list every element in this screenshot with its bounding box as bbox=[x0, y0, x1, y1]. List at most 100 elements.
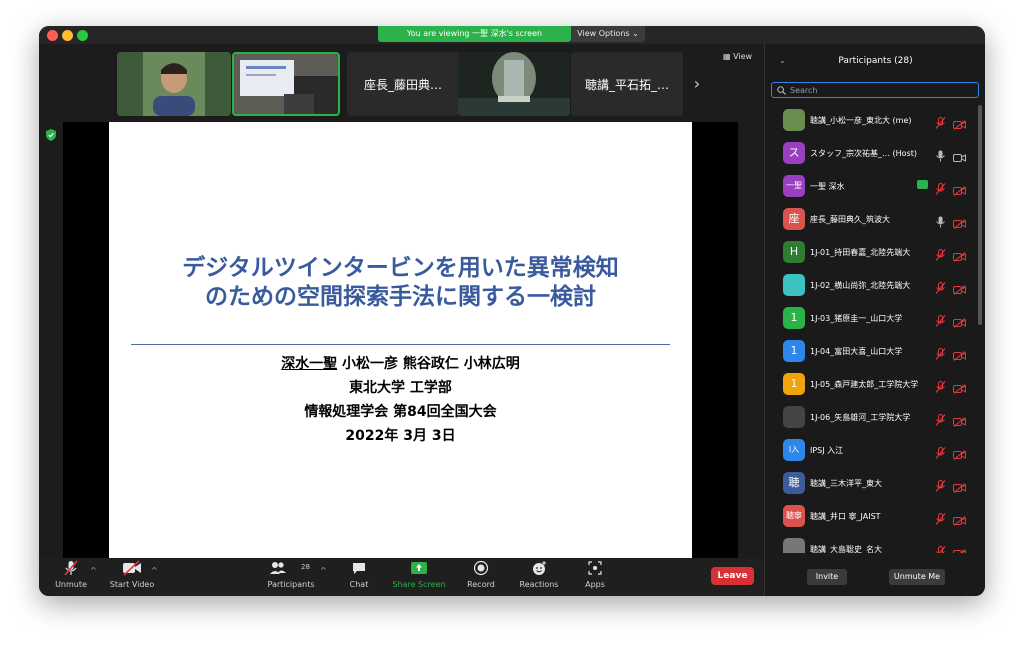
share-screen-label: Share Screen bbox=[392, 580, 446, 589]
record-button[interactable]: Record bbox=[463, 560, 499, 589]
muted-mic-icon bbox=[935, 477, 946, 496]
participants-options-caret[interactable]: ^ bbox=[320, 566, 327, 575]
avatar: 1 bbox=[783, 373, 805, 395]
muted-mic-icon bbox=[935, 510, 946, 529]
unmute-label: Unmute bbox=[55, 580, 87, 589]
participant-search-field[interactable] bbox=[771, 82, 979, 98]
participant-row[interactable]: 聴講_小松一彦_東北大 (me) bbox=[765, 105, 975, 138]
participants-label: Participants bbox=[267, 580, 315, 589]
mic-icon bbox=[935, 213, 946, 232]
gallery-tile-5[interactable]: 聴講_平石拓_… bbox=[571, 52, 683, 116]
muted-mic-icon bbox=[935, 345, 946, 364]
slide-presenter: 深水一聖 bbox=[281, 356, 338, 372]
participant-row[interactable]: 聴聴講_三木洋平_東大 bbox=[765, 468, 975, 501]
minimize-window-button[interactable] bbox=[62, 30, 73, 41]
video-off-icon bbox=[953, 478, 966, 497]
reactions-icon bbox=[515, 560, 563, 576]
video-off-icon bbox=[953, 412, 966, 431]
muted-mic-icon bbox=[49, 560, 93, 576]
participant-row[interactable]: 1 1J-03_猪原圭一_山口大学 bbox=[765, 303, 975, 336]
unmute-button[interactable]: Unmute bbox=[49, 560, 93, 589]
presentation-slide: デジタルツインタービンを用いた異常検知 のための空間探索手法に関する一検討 深水… bbox=[109, 122, 692, 558]
video-off-icon bbox=[953, 445, 966, 464]
slide-authors: 深水一聖 小松一彦 熊谷政仁 小林広明 bbox=[109, 352, 692, 376]
gallery-tile-1[interactable] bbox=[117, 52, 231, 116]
participant-name: 1J-01_持田春嘉_北陸先端大 bbox=[810, 248, 911, 257]
view-options-button[interactable]: View Options ⌄ bbox=[571, 26, 645, 42]
participant-row[interactable]: H 1J-01_持田春嘉_北陸先端大 bbox=[765, 237, 975, 270]
apps-label: Apps bbox=[585, 580, 605, 589]
participant-row[interactable]: 1J-02_横山尚弥_北陸先端大 bbox=[765, 270, 975, 303]
avatar: 一聖 bbox=[783, 175, 805, 197]
share-screen-button[interactable]: Share Screen bbox=[389, 560, 449, 589]
video-off-icon bbox=[953, 313, 966, 332]
participant-row[interactable]: 1 1J-05_森戸建太郎_工学院大学 bbox=[765, 369, 975, 402]
shared-screen: デジタルツインタービンを用いた異常検知 のための空間探索手法に関する一検討 深水… bbox=[63, 122, 738, 558]
viewing-screen-banner: You are viewing 一聖 深水's screen bbox=[378, 26, 571, 42]
participant-name: IPSJ 入江 bbox=[810, 446, 844, 455]
participant-video-thumbnail bbox=[458, 52, 570, 116]
record-label: Record bbox=[467, 580, 495, 589]
reactions-button[interactable]: Reactions bbox=[515, 560, 563, 589]
participants-button[interactable]: 28 Participants bbox=[263, 560, 319, 589]
gallery-tile-4[interactable] bbox=[458, 52, 570, 116]
audio-options-caret[interactable]: ^ bbox=[90, 566, 97, 575]
participant-name: 聴講_小松一彦_東北大 (me) bbox=[810, 116, 912, 125]
avatar bbox=[783, 406, 805, 428]
participant-list-scrollbar[interactable] bbox=[978, 105, 982, 325]
view-button[interactable]: ▦ View bbox=[723, 52, 752, 61]
slide-affiliation: 東北大学 工学部 bbox=[349, 380, 452, 396]
participant-video-thumbnail bbox=[117, 52, 231, 116]
participant-name: 聴講_平石拓_… bbox=[584, 77, 669, 92]
participant-row[interactable]: 一聖 一聖 深水 bbox=[765, 171, 975, 204]
invite-button[interactable]: Invite bbox=[807, 569, 847, 585]
participant-name: 1J-02_横山尚弥_北陸先端大 bbox=[810, 281, 911, 290]
participant-row[interactable]: 1 1J-04_富田大喜_山口大学 bbox=[765, 336, 975, 369]
encryption-shield-icon[interactable] bbox=[46, 129, 56, 141]
video-off-icon bbox=[953, 214, 966, 233]
participant-name: スタッフ_宗次祐基_… (Host) bbox=[810, 149, 917, 158]
participant-list: 聴講_小松一彦_東北大 (me) ススタッフ_宗次祐基_… (Host) 一聖 一聖 … bbox=[765, 105, 975, 553]
chat-label: Chat bbox=[349, 580, 369, 589]
gallery-tile-3[interactable]: 座長_藤田典… bbox=[347, 52, 459, 116]
title-bar: You are viewing 一聖 深水's screen View Opti… bbox=[39, 26, 985, 44]
video-icon bbox=[953, 148, 966, 167]
gallery-next-button[interactable]: › bbox=[689, 70, 705, 98]
participant-row[interactable]: 聴寧 聴講_井口 寧_JAIST bbox=[765, 501, 975, 534]
avatar: 座 bbox=[783, 208, 805, 230]
gallery-tile-2[interactable] bbox=[232, 52, 340, 116]
video-options-caret[interactable]: ^ bbox=[151, 566, 158, 575]
participant-row[interactable]: 1J-06_矢島雄河_工学院大学 bbox=[765, 402, 975, 435]
search-icon bbox=[777, 86, 786, 95]
participant-row[interactable]: 聴講_大島聡史_名大 bbox=[765, 534, 975, 553]
slide-coauthors: 小松一彦 熊谷政仁 小林広明 bbox=[337, 356, 520, 372]
apps-icon bbox=[579, 560, 611, 576]
participant-name: 座長_藤田典… bbox=[363, 77, 442, 92]
participants-panel-footer: Invite Unmute Me bbox=[765, 553, 985, 596]
muted-mic-icon bbox=[935, 180, 946, 199]
avatar: H bbox=[783, 241, 805, 263]
participant-row[interactable]: I入 IPSJ 入江 bbox=[765, 435, 975, 468]
slide-title: デジタルツインタービンを用いた異常検知 のための空間探索手法に関する一検討 bbox=[109, 254, 692, 312]
slide-conference: 情報処理学会 第84回全国大会 bbox=[304, 404, 497, 420]
zoom-window: You are viewing 一聖 深水's screen View Opti… bbox=[39, 26, 985, 596]
participant-row[interactable]: ススタッフ_宗次祐基_… (Host) bbox=[765, 138, 975, 171]
avatar: 1 bbox=[783, 340, 805, 362]
muted-mic-icon bbox=[935, 279, 946, 298]
close-window-button[interactable] bbox=[47, 30, 58, 41]
video-off-icon bbox=[953, 280, 966, 299]
zoom-window-button[interactable] bbox=[77, 30, 88, 41]
chat-button[interactable]: Chat bbox=[343, 560, 375, 589]
slide-author-block: 深水一聖 小松一彦 熊谷政仁 小林広明 東北大学 工学部 情報処理学会 第84回… bbox=[109, 352, 692, 448]
avatar bbox=[783, 274, 805, 296]
video-off-icon bbox=[953, 247, 966, 266]
share-screen-icon bbox=[389, 560, 449, 576]
participant-name: 聴講_大島聡史_名大 bbox=[810, 545, 882, 553]
participant-row[interactable]: 座座長_藤田典久_筑波大 bbox=[765, 204, 975, 237]
avatar: 1 bbox=[783, 307, 805, 329]
apps-button[interactable]: Apps bbox=[579, 560, 611, 589]
avatar: 聴寧 bbox=[783, 505, 805, 527]
leave-button[interactable]: Leave bbox=[711, 567, 754, 585]
unmute-me-button[interactable]: Unmute Me bbox=[889, 569, 945, 585]
search-input[interactable] bbox=[790, 83, 970, 97]
